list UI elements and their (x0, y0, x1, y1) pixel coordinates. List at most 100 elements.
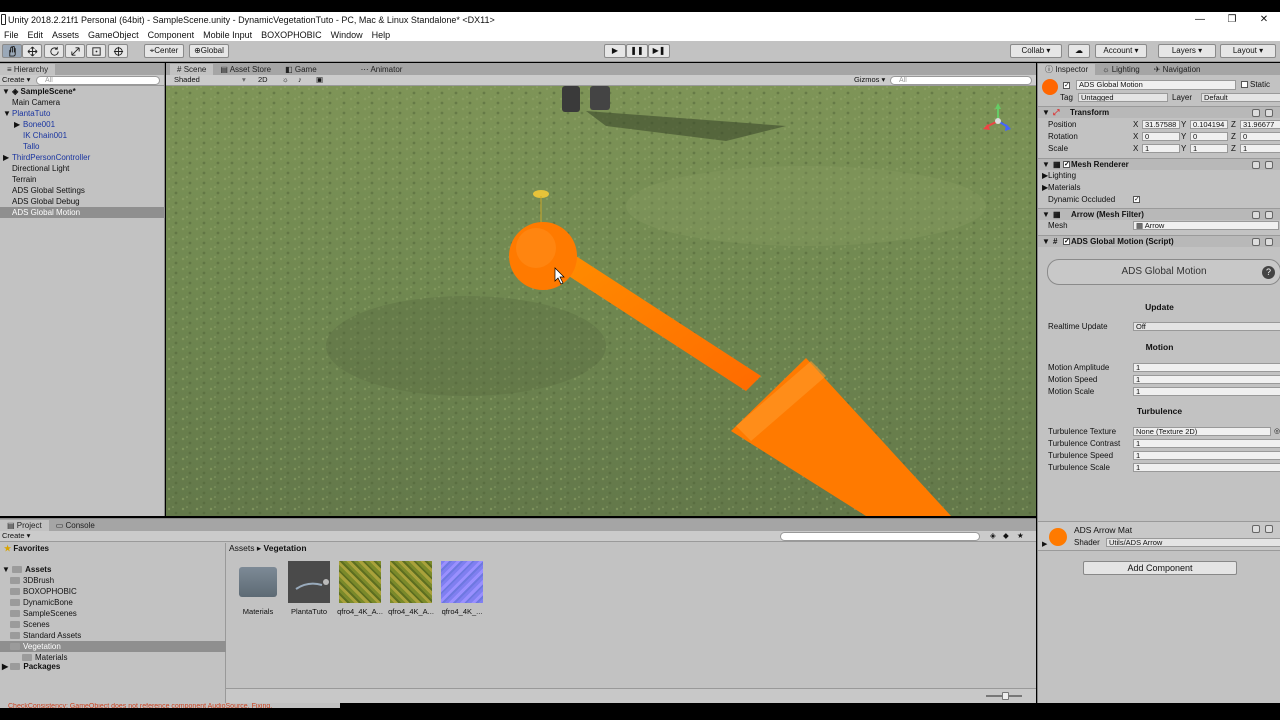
2d-toggle[interactable]: 2D (258, 75, 268, 84)
tab-animator[interactable]: ⋯ Animator (354, 64, 410, 75)
folder-item[interactable]: Vegetation (0, 641, 226, 652)
settings-gear-icon[interactable] (1265, 161, 1273, 169)
turbulence-speed-field[interactable]: 1 (1133, 451, 1280, 460)
tab-asset-store[interactable]: ▤ Asset Store (213, 64, 278, 75)
tab-navigation[interactable]: ✈ Navigation (1147, 64, 1208, 75)
hierarchy-item[interactable]: ADS Global Motion (0, 207, 165, 218)
layout-dropdown[interactable]: Layout ▾ (1220, 44, 1276, 58)
maximize-button[interactable]: ❐ (1216, 12, 1248, 28)
pause-button[interactable]: ❚❚ (626, 44, 648, 58)
hierarchy-search-input[interactable]: All (36, 76, 160, 85)
position-x-field[interactable]: 31.57588 (1142, 120, 1180, 129)
static-toggle[interactable]: Static (1241, 80, 1270, 89)
settings-gear-icon[interactable] (1265, 238, 1273, 246)
menu-component[interactable]: Component (148, 30, 195, 40)
settings-gear-icon[interactable] (1265, 525, 1273, 533)
help-icon[interactable] (1252, 525, 1260, 533)
turbulence-contrast-field[interactable]: 1 (1133, 439, 1280, 448)
motion-amplitude-field[interactable]: 1 (1133, 363, 1280, 372)
menu-help[interactable]: Help (372, 30, 391, 40)
object-name-field[interactable]: ADS Global Motion (1076, 80, 1236, 90)
hierarchy-item[interactable]: ADS Global Debug (0, 196, 165, 207)
scene-view[interactable]: # Scene ▤ Asset Store ◧ Game ⋯ Animator … (166, 63, 1036, 516)
step-button[interactable]: ▶❚ (648, 44, 670, 58)
rotation-x-field[interactable]: 0 (1142, 132, 1180, 141)
hierarchy-item[interactable]: ▶ Bone001 (0, 119, 165, 130)
hand-tool-button[interactable] (2, 44, 22, 58)
scale-y-field[interactable]: 1 (1190, 144, 1228, 153)
realtime-update-dropdown[interactable]: Off (1133, 322, 1280, 331)
shading-mode-dropdown[interactable]: Shaded (174, 75, 200, 84)
rotation-z-field[interactable]: 0 (1240, 132, 1280, 141)
light-toggle-icon[interactable]: ☼ (282, 75, 289, 84)
script-header[interactable]: ▼ # ✓ ADS Global Motion (Script) (1038, 235, 1280, 247)
folder-item[interactable]: Scenes (0, 619, 226, 630)
help-icon[interactable] (1252, 238, 1260, 246)
settings-gear-icon[interactable] (1265, 109, 1273, 117)
menu-file[interactable]: File (4, 30, 19, 40)
help-icon[interactable] (1252, 161, 1260, 169)
project-create-button[interactable]: Create ▾ (2, 531, 30, 540)
hierarchy-item[interactable]: ▶ ThirdPersonController (0, 152, 165, 163)
packages-row[interactable]: ▶ Packages (0, 661, 226, 672)
effects-toggle-icon[interactable]: ▣ (316, 75, 323, 84)
tag-dropdown[interactable]: Untagged (1078, 93, 1168, 102)
rotate-tool-button[interactable] (44, 44, 64, 58)
audio-toggle-icon[interactable]: ♪ (298, 75, 302, 84)
collab-button[interactable]: Collab ▾ (1010, 44, 1062, 58)
scene-root-row[interactable]: ▼ ◈ SampleScene* (0, 86, 165, 97)
menu-assets[interactable]: Assets (52, 30, 79, 40)
turbulence-texture-field[interactable]: None (Texture 2D) (1133, 427, 1271, 436)
scale-z-field[interactable]: 1 (1240, 144, 1280, 153)
menu-boxophobic[interactable]: BOXOPHOBIC (261, 30, 322, 40)
account-button[interactable]: Account ▾ (1095, 44, 1147, 58)
play-button[interactable]: ▶ (604, 44, 626, 58)
asset-item[interactable]: Materials (234, 561, 282, 616)
move-tool-button[interactable] (22, 44, 42, 58)
transform-header[interactable]: ▼ ⤢ Transform (1038, 106, 1280, 118)
minimize-button[interactable]: — (1184, 12, 1216, 28)
folder-item[interactable]: Standard Assets (0, 630, 226, 641)
menu-mobile-input[interactable]: Mobile Input (203, 30, 252, 40)
close-button[interactable]: ✕ (1248, 12, 1280, 28)
assets-root-row[interactable]: ▼ Assets (0, 564, 226, 575)
folder-item[interactable]: 3DBrush (0, 575, 226, 586)
pivot-center-button[interactable]: ⌖Center (144, 44, 184, 58)
transform-tool-button[interactable] (108, 44, 128, 58)
motion-speed-field[interactable]: 1 (1133, 375, 1280, 384)
hierarchy-item[interactable]: Terrain (0, 174, 165, 185)
motion-scale-field[interactable]: 1 (1133, 387, 1280, 396)
hierarchy-item[interactable]: Tallo (0, 141, 165, 152)
favorites-row[interactable]: ★ Favorites (0, 543, 226, 554)
asset-item[interactable]: qfro4_4K_... (438, 561, 486, 616)
layer-dropdown[interactable]: Default (1201, 93, 1280, 102)
help-button[interactable]: ? (1262, 266, 1275, 279)
hierarchy-item[interactable]: Directional Light (0, 163, 165, 174)
menu-gameobject[interactable]: GameObject (88, 30, 139, 40)
hierarchy-item[interactable]: ▼PlantaTuto (0, 108, 165, 119)
folder-item[interactable]: SampleScenes (0, 608, 226, 619)
scene-viewport[interactable] (166, 86, 1036, 516)
position-z-field[interactable]: 31.96677 (1240, 120, 1280, 129)
object-picker-icon[interactable]: ◎ (1274, 426, 1280, 437)
asset-item[interactable]: PlantaTuto (285, 561, 333, 616)
asset-item[interactable]: qfro4_4K_A... (336, 561, 384, 616)
lighting-foldout[interactable]: ▶ Lighting (1038, 170, 1280, 181)
tab-project[interactable]: ▤ Project (0, 520, 49, 531)
cloud-button[interactable]: ☁ (1068, 44, 1090, 58)
asset-item[interactable]: qfro4_4K_A... (387, 561, 435, 616)
mesh-object-field[interactable]: ▦ Arrow (1133, 221, 1279, 230)
help-icon[interactable] (1252, 211, 1260, 219)
rect-tool-button[interactable] (86, 44, 106, 58)
layers-dropdown[interactable]: Layers ▾ (1158, 44, 1216, 58)
position-y-field[interactable]: 0.104194 (1190, 120, 1228, 129)
add-component-button[interactable]: Add Component (1083, 561, 1237, 575)
mesh-filter-header[interactable]: ▼ ▦ Arrow (Mesh Filter) (1038, 208, 1280, 220)
tab-hierarchy[interactable]: ≡ Hierarchy (0, 64, 56, 75)
tab-lighting[interactable]: ☼ Lighting (1095, 64, 1147, 75)
dynamic-occluded-toggle[interactable]: ✓ (1133, 194, 1142, 205)
materials-foldout[interactable]: ▶ Materials (1038, 182, 1280, 193)
scale-x-field[interactable]: 1 (1142, 144, 1180, 153)
zoom-slider-handle[interactable] (1002, 692, 1009, 700)
status-message[interactable]: CheckConsistency: GameObject does not re… (0, 703, 340, 708)
